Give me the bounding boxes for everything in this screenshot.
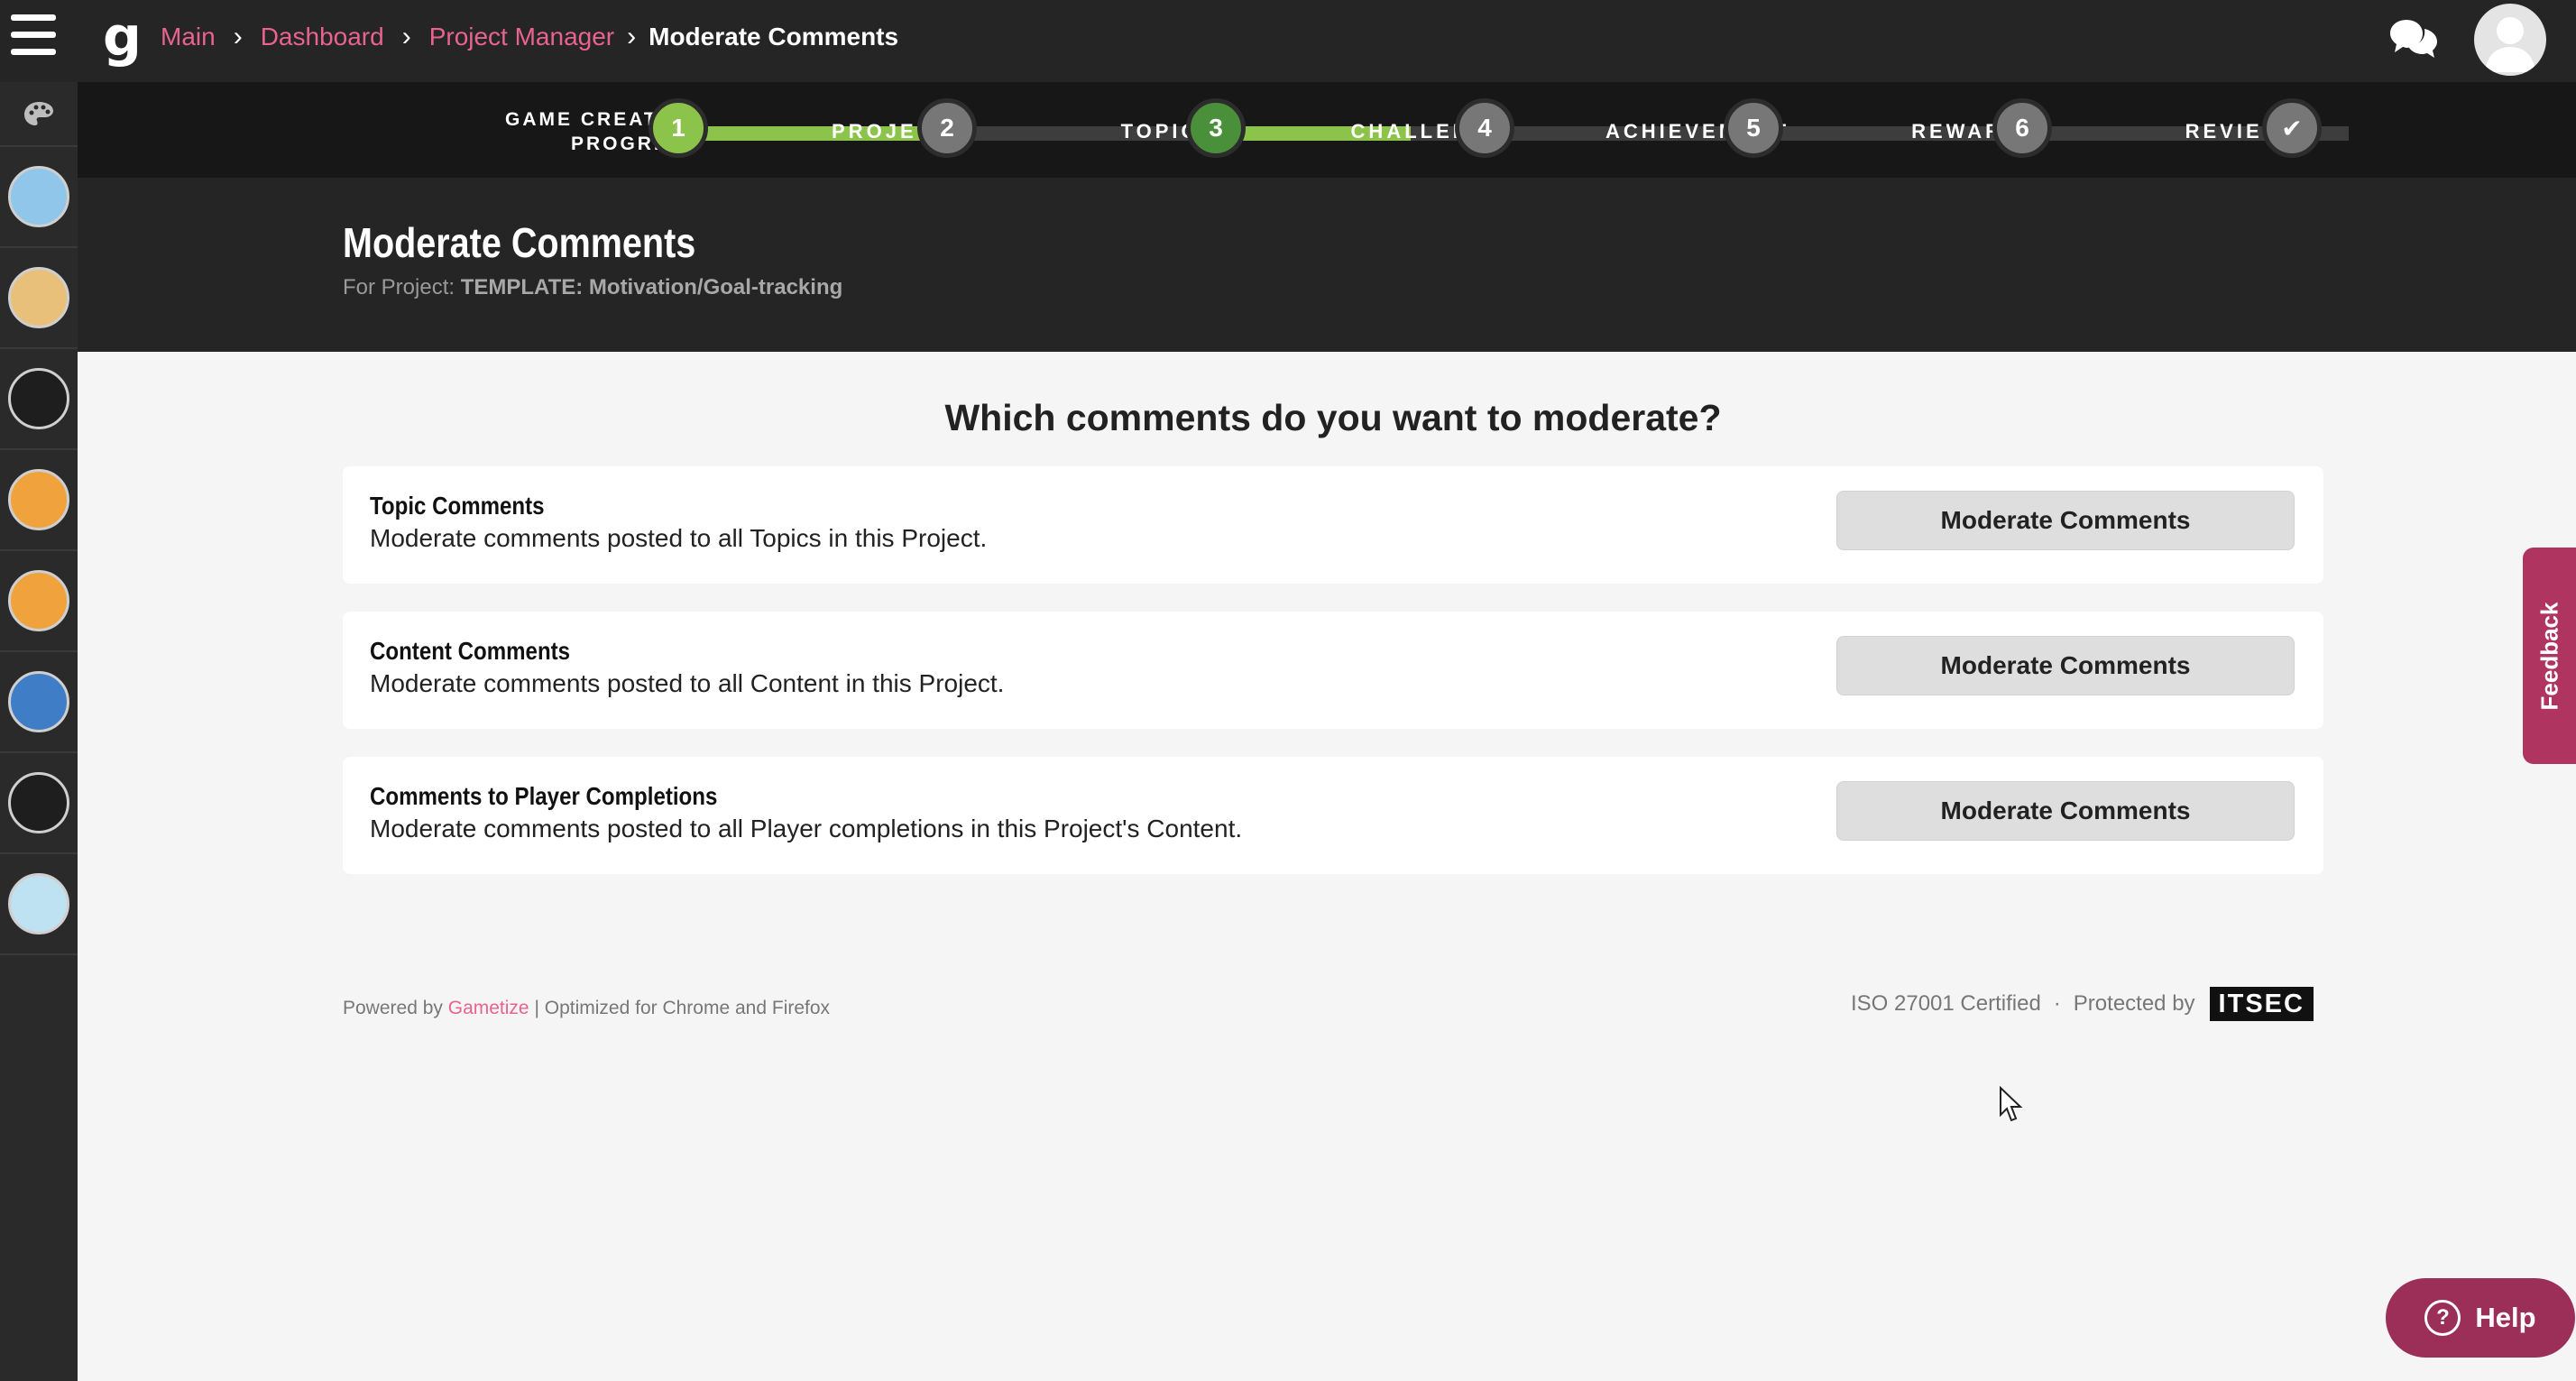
character-project-icon xyxy=(8,873,69,934)
footer-credits: Powered by Gametize | Optimized for Chro… xyxy=(343,998,831,1018)
step-label-reward[interactable]: REWARD xyxy=(1833,120,2100,143)
card-description: Moderate comments posted to all Content … xyxy=(370,669,1005,697)
moderate-completion-comments-button[interactable]: Moderate Comments xyxy=(1836,781,2295,841)
feedback-tab[interactable]: Feedback xyxy=(2523,548,2576,764)
breadcrumb-project-manager[interactable]: Project Manager xyxy=(429,23,614,51)
top-bar: g Main › Dashboard › Project Manager › M… xyxy=(0,0,2576,82)
step-circle-2[interactable]: 2 xyxy=(917,98,977,158)
mountain-project-icon xyxy=(8,671,69,732)
gametize-link[interactable]: Gametize xyxy=(448,998,529,1018)
card-description: Moderate comments posted to all Topics i… xyxy=(370,524,988,552)
feedback-label: Feedback xyxy=(2535,602,2563,710)
checkmark-icon[interactable]: ✔ xyxy=(2262,98,2322,158)
sidebar-item-project[interactable] xyxy=(0,854,78,955)
step-circle-1[interactable]: 1 xyxy=(649,98,708,158)
topic-comments-card: Topic Comments Moderate comments posted … xyxy=(343,466,2323,584)
moderate-topic-comments-button[interactable]: Moderate Comments xyxy=(1836,491,2295,550)
step-circle-5[interactable]: 5 xyxy=(1724,98,1783,158)
breadcrumb-separator: › xyxy=(401,22,411,51)
step-label-topic[interactable]: TOPIC xyxy=(1026,120,1293,143)
sidebar-item-project[interactable] xyxy=(0,147,78,248)
sidebar-item-dashboard[interactable] xyxy=(0,82,78,147)
step-label-achievement[interactable]: ACHIEVEMENT xyxy=(1564,120,1831,143)
card-title: Topic Comments xyxy=(370,492,545,520)
game-creation-progress: GAME CREATION PROGRESS PROJECT TOPIC CHA… xyxy=(78,82,2576,178)
burger-project-icon xyxy=(8,469,69,530)
sidebar-item-project[interactable] xyxy=(0,450,78,551)
breadcrumb-separator: › xyxy=(233,22,243,51)
gametize-logo[interactable]: g xyxy=(103,5,142,69)
step-circle-6[interactable]: 6 xyxy=(1992,98,2052,158)
protected-by: Protected by xyxy=(2073,991,2195,1016)
card-title: Comments to Player Completions xyxy=(370,782,718,810)
project-name: TEMPLATE: Motivation/Goal-tracking xyxy=(460,275,843,299)
footer-security: ISO 27001 Certified · Protected by ITSEC xyxy=(1851,987,2314,1021)
sidebar-item-project[interactable] xyxy=(0,652,78,753)
controller-project-icon xyxy=(8,368,69,429)
itsec-logo: ITSEC xyxy=(2209,987,2314,1021)
sidebar-item-project[interactable] xyxy=(0,349,78,450)
help-button[interactable]: ? Help xyxy=(2386,1278,2575,1358)
section-question: Which comments do you want to moderate? xyxy=(944,397,1722,438)
player-completions-card: Comments to Player Completions Moderate … xyxy=(343,757,2323,874)
help-question-icon: ? xyxy=(2424,1300,2461,1336)
breadcrumb-dashboard[interactable]: Dashboard xyxy=(261,23,384,51)
hamburger-menu-icon[interactable] xyxy=(11,14,56,61)
step-label-project[interactable]: PROJECT xyxy=(758,120,1025,143)
page-header: Moderate Comments For Project: TEMPLATE:… xyxy=(78,178,2576,352)
project-prefix: For Project: xyxy=(343,275,455,299)
controller-project-icon xyxy=(8,772,69,833)
breadcrumb-main[interactable]: Main xyxy=(161,23,216,51)
card-description: Moderate comments posted to all Player c… xyxy=(370,815,1243,842)
breadcrumb-separator: › xyxy=(627,22,637,51)
help-label: Help xyxy=(2475,1302,2536,1333)
card-title: Content Comments xyxy=(370,637,571,665)
burger-project-icon xyxy=(8,570,69,631)
step-label-review[interactable]: REVIEW xyxy=(2102,120,2369,143)
sidebar-item-project[interactable] xyxy=(0,753,78,854)
iso-certified: ISO 27001 Certified xyxy=(1851,991,2041,1016)
content-comments-card: Content Comments Moderate comments poste… xyxy=(343,612,2323,729)
step-label-challenge[interactable]: CHALLENGE xyxy=(1295,120,1562,143)
sidebar xyxy=(0,82,78,1381)
user-avatar[interactable] xyxy=(2474,4,2546,76)
breadcrumb-current: Moderate Comments xyxy=(649,23,899,51)
project-line: For Project: TEMPLATE: Motivation/Goal-t… xyxy=(343,275,842,300)
palette-icon xyxy=(24,102,53,125)
moderate-content-comments-button[interactable]: Moderate Comments xyxy=(1836,636,2295,695)
breadcrumb: Main › Dashboard › Project Manager › Mod… xyxy=(161,22,898,52)
step-circle-4[interactable]: 4 xyxy=(1455,98,1514,158)
page-title: Moderate Comments xyxy=(343,219,696,266)
chat-icon[interactable] xyxy=(2388,16,2439,61)
step-circle-3[interactable]: 3 xyxy=(1186,98,1246,158)
sidebar-item-project[interactable] xyxy=(0,551,78,652)
characters-project-icon xyxy=(8,267,69,328)
sidebar-item-project[interactable] xyxy=(0,248,78,349)
lightbulb-project-icon xyxy=(8,166,69,227)
mouse-cursor-icon xyxy=(1999,1085,2026,1124)
